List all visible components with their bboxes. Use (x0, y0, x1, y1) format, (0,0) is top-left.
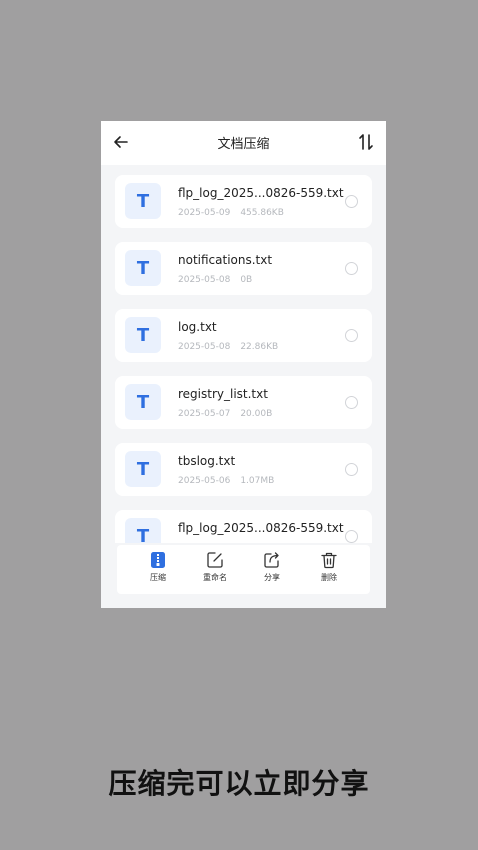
top-bar: 文档压缩 (101, 121, 386, 165)
file-meta: 2025-05-06 1.07MB (178, 476, 274, 486)
file-size: 455.86KB (240, 208, 284, 218)
phone-screen: 文档压缩 T flp_log_2025...0826-559.txt 2025-… (101, 121, 386, 608)
text-file-icon: T (125, 384, 161, 420)
file-date: 2025-05-08 (178, 275, 231, 285)
file-name: flp_log_2025...0826-559.txt (178, 186, 344, 200)
sort-icon[interactable] (357, 132, 375, 152)
file-list: T flp_log_2025...0826-559.txt 2025-05-09… (101, 165, 386, 543)
text-file-icon: T (125, 250, 161, 286)
file-date: 2025-05-09 (178, 208, 231, 218)
trash-icon (321, 552, 337, 569)
select-radio[interactable] (345, 195, 358, 208)
file-meta: 2025-05-08 22.86KB (178, 342, 278, 352)
file-name: flp_log_2025...0826-559.txt (178, 521, 344, 535)
file-item[interactable]: T tbslog.txt 2025-05-06 1.07MB (115, 443, 372, 496)
share-label: 分享 (264, 573, 280, 582)
select-radio[interactable] (345, 463, 358, 476)
file-name: log.txt (178, 320, 217, 334)
delete-label: 删除 (321, 573, 337, 582)
promo-caption: 压缩完可以立即分享 (108, 767, 370, 800)
file-size: 0B (240, 275, 253, 285)
rename-label: 重命名 (203, 573, 227, 582)
file-size: 22.86KB (240, 342, 279, 352)
text-file-icon: T (125, 317, 161, 353)
text-file-icon: T (125, 451, 161, 487)
bottom-toolbar: 压缩 重命名 分享 删除 (117, 545, 370, 594)
file-date: 2025-05-07 (178, 409, 231, 419)
file-name: registry_list.txt (178, 387, 268, 401)
file-size: 1.07MB (240, 476, 275, 486)
select-radio[interactable] (345, 329, 358, 342)
zip-file-icon (151, 552, 165, 568)
share-icon (264, 552, 279, 568)
share-button[interactable]: 分享 (252, 551, 292, 583)
file-item[interactable]: T flp_log_2025...0826-559.txt (115, 510, 372, 543)
rename-button[interactable]: 重命名 (195, 551, 235, 583)
file-item[interactable]: T registry_list.txt 2025-05-07 20.00B (115, 376, 372, 429)
select-radio[interactable] (345, 262, 358, 275)
file-size: 20.00B (240, 409, 273, 419)
select-radio[interactable] (345, 530, 358, 543)
compress-label: 压缩 (150, 573, 166, 582)
file-meta: 2025-05-09 455.86KB (178, 208, 284, 218)
file-meta: 2025-05-08 0B (178, 275, 252, 285)
file-name: tbslog.txt (178, 454, 236, 468)
file-name: notifications.txt (178, 253, 273, 267)
edit-icon (207, 552, 223, 568)
file-date: 2025-05-06 (178, 476, 231, 486)
file-item[interactable]: T flp_log_2025...0826-559.txt 2025-05-09… (115, 175, 372, 228)
file-item[interactable]: T log.txt 2025-05-08 22.86KB (115, 309, 372, 362)
delete-button[interactable]: 删除 (309, 551, 349, 583)
text-file-icon: T (125, 183, 161, 219)
page-title: 文档压缩 (217, 137, 270, 152)
file-item[interactable]: T notifications.txt 2025-05-08 0B (115, 242, 372, 295)
file-meta: 2025-05-07 20.00B (178, 409, 272, 419)
select-radio[interactable] (345, 396, 358, 409)
compress-button[interactable]: 压缩 (138, 551, 178, 583)
file-date: 2025-05-08 (178, 342, 231, 352)
text-file-icon: T (125, 518, 161, 543)
